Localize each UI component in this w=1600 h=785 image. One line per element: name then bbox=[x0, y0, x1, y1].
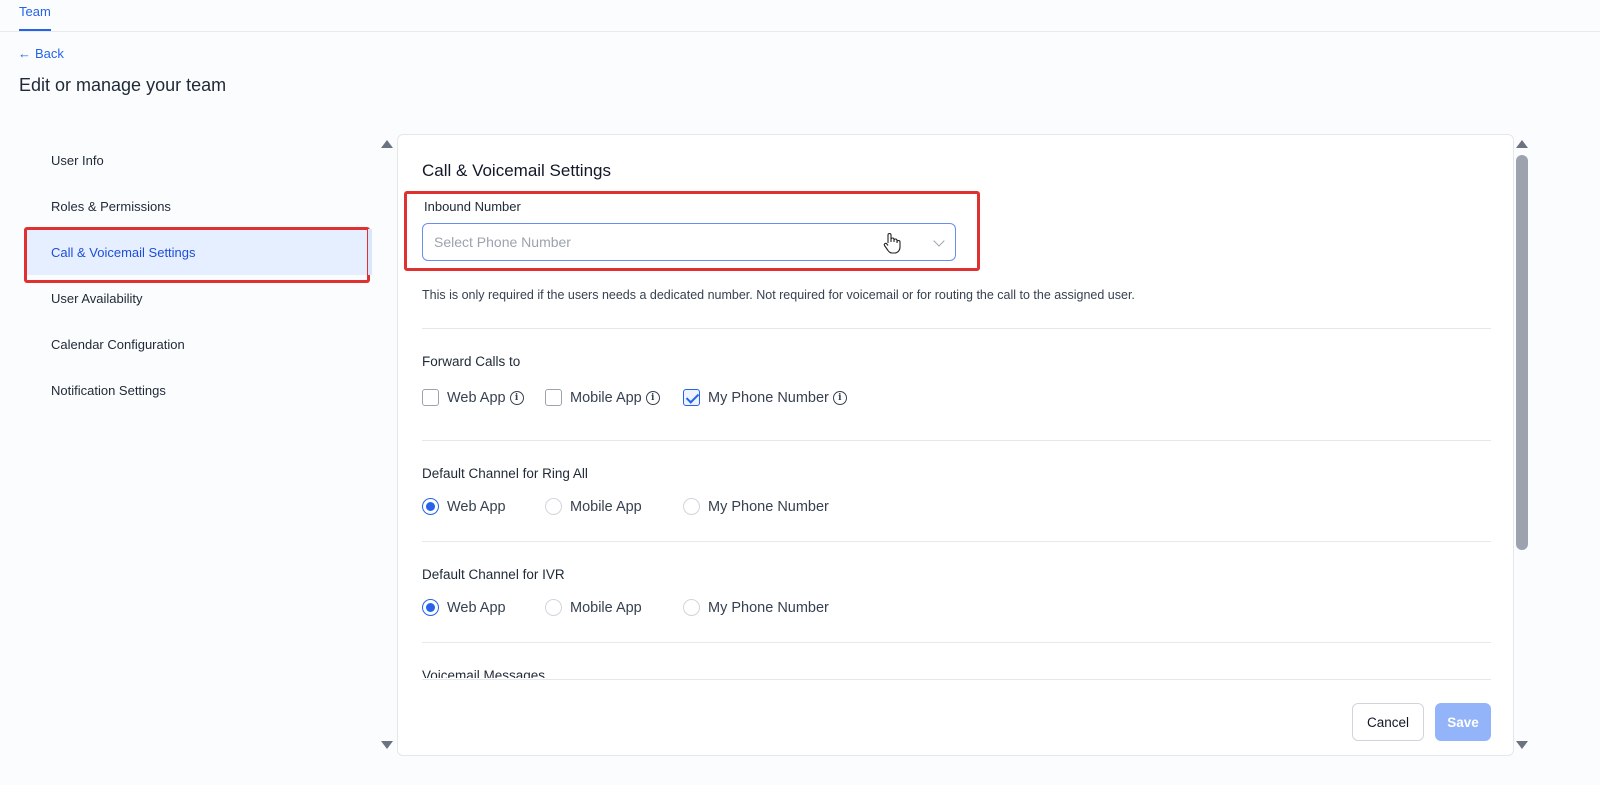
back-arrow-icon: ← bbox=[18, 46, 31, 61]
sidebar-item-user-info[interactable]: User Info bbox=[24, 137, 372, 183]
inbound-number-placeholder: Select Phone Number bbox=[434, 234, 571, 250]
ivr-web-app-label: Web App bbox=[447, 599, 506, 616]
forward-mobile-app-checkbox[interactable]: Mobile App i bbox=[545, 389, 683, 406]
tab-team[interactable]: Team bbox=[19, 4, 51, 31]
settings-sidebar: User Info Roles & Permissions Call & Voi… bbox=[24, 137, 372, 413]
chevron-down-icon bbox=[933, 235, 945, 247]
ring-all-label: Default Channel for Ring All bbox=[422, 466, 588, 481]
ivr-label: Default Channel for IVR bbox=[422, 567, 565, 582]
sidebar-item-call-voicemail-settings[interactable]: Call & Voicemail Settings bbox=[24, 227, 372, 283]
sidebar-item-user-availability[interactable]: User Availability bbox=[24, 275, 372, 321]
forward-my-phone-number-checkbox[interactable]: My Phone Number i bbox=[683, 389, 847, 406]
divider bbox=[422, 642, 1491, 643]
info-icon[interactable]: i bbox=[832, 390, 847, 405]
divider bbox=[422, 541, 1491, 542]
forward-web-app-checkbox[interactable]: Web App i bbox=[422, 389, 545, 406]
forward-calls-label: Forward Calls to bbox=[422, 354, 521, 369]
ivr-mobile-app-radio[interactable]: Mobile App bbox=[545, 599, 683, 616]
forward-mobile-app-label: Mobile App bbox=[570, 389, 642, 406]
ivr-my-phone-number-label: My Phone Number bbox=[708, 599, 829, 616]
ivr-mobile-app-label: Mobile App bbox=[570, 599, 642, 616]
inbound-number-label: Inbound Number bbox=[424, 199, 521, 214]
checkbox[interactable] bbox=[422, 389, 439, 406]
settings-panel: Call & Voicemail Settings Inbound Number… bbox=[397, 134, 1514, 756]
scroll-up-arrow-icon[interactable] bbox=[381, 140, 393, 148]
back-label: Back bbox=[35, 46, 64, 61]
forward-web-app-label: Web App bbox=[447, 389, 506, 406]
ring-all-mobile-app-radio[interactable]: Mobile App bbox=[545, 498, 683, 515]
top-tab-bar: Team bbox=[0, 0, 1600, 32]
ring-all-my-phone-number-label: My Phone Number bbox=[708, 498, 829, 515]
panel-scrollbar-thumb[interactable] bbox=[1516, 155, 1528, 550]
ring-all-my-phone-number-radio[interactable]: My Phone Number bbox=[683, 498, 829, 515]
ring-all-options: Web App Mobile App My Phone Number bbox=[422, 498, 829, 515]
ivr-options: Web App Mobile App My Phone Number bbox=[422, 599, 829, 616]
save-button[interactable]: Save bbox=[1435, 703, 1491, 741]
forward-calls-options: Web App i Mobile App i My Phone Number i bbox=[422, 389, 847, 406]
info-icon[interactable]: i bbox=[645, 390, 660, 405]
radio[interactable] bbox=[683, 599, 700, 616]
divider bbox=[422, 328, 1491, 329]
back-link[interactable]: ← Back bbox=[18, 46, 64, 61]
radio[interactable] bbox=[545, 599, 562, 616]
ivr-my-phone-number-radio[interactable]: My Phone Number bbox=[683, 599, 829, 616]
forward-my-phone-number-label: My Phone Number bbox=[708, 389, 829, 406]
sidebar-item-calendar-configuration[interactable]: Calendar Configuration bbox=[24, 321, 372, 367]
info-icon[interactable]: i bbox=[509, 390, 524, 405]
panel-title: Call & Voicemail Settings bbox=[422, 161, 611, 180]
voicemail-messages-label: Voicemail Messages bbox=[422, 668, 546, 678]
sidebar-item-notification-settings[interactable]: Notification Settings bbox=[24, 367, 372, 413]
divider bbox=[422, 440, 1491, 441]
inbound-help-text: This is only required if the users needs… bbox=[422, 288, 1135, 302]
ring-all-web-app-radio[interactable]: Web App bbox=[422, 498, 545, 515]
checkbox-checked[interactable] bbox=[683, 389, 700, 406]
footer-divider bbox=[422, 679, 1491, 680]
scroll-down-arrow-icon[interactable] bbox=[381, 741, 393, 749]
page-title: Edit or manage your team bbox=[19, 75, 227, 95]
radio-selected[interactable] bbox=[422, 498, 439, 515]
ring-all-mobile-app-label: Mobile App bbox=[570, 498, 642, 515]
cancel-button[interactable]: Cancel bbox=[1352, 703, 1424, 741]
ring-all-web-app-label: Web App bbox=[447, 498, 506, 515]
radio[interactable] bbox=[683, 498, 700, 515]
inbound-number-select[interactable]: Select Phone Number bbox=[422, 223, 956, 261]
panel-scroll-up-arrow-icon[interactable] bbox=[1516, 140, 1528, 148]
radio-selected[interactable] bbox=[422, 599, 439, 616]
panel-scroll-down-arrow-icon[interactable] bbox=[1516, 741, 1528, 749]
hand-cursor-icon bbox=[883, 232, 901, 259]
radio[interactable] bbox=[545, 498, 562, 515]
checkbox[interactable] bbox=[545, 389, 562, 406]
sidebar-item-roles-permissions[interactable]: Roles & Permissions bbox=[24, 183, 372, 229]
ivr-web-app-radio[interactable]: Web App bbox=[422, 599, 545, 616]
